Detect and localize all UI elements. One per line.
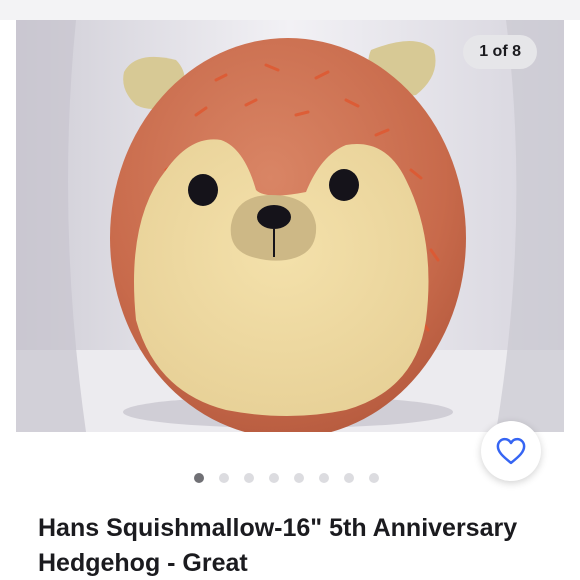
pagination-dot[interactable] [268,473,279,483]
pagination-dot[interactable] [368,473,379,483]
pagination-dot[interactable] [343,473,354,483]
heart-icon [496,437,526,465]
pagination-dot[interactable] [218,473,229,483]
favorite-button[interactable] [481,421,541,481]
image-counter-badge: 1 of 8 [463,35,537,69]
top-strip [0,0,580,20]
product-photo [16,20,564,432]
pagination-dot[interactable] [293,473,304,483]
pagination-dot[interactable] [318,473,329,483]
pagination-dot-active[interactable] [193,473,204,483]
image-gallery[interactable]: 1 of 8 [16,20,564,432]
listing-title: Hans Squishmallow-16" 5th Anniversary He… [38,514,518,577]
gallery-pagination [0,473,580,485]
pagination-dot[interactable] [243,473,254,483]
